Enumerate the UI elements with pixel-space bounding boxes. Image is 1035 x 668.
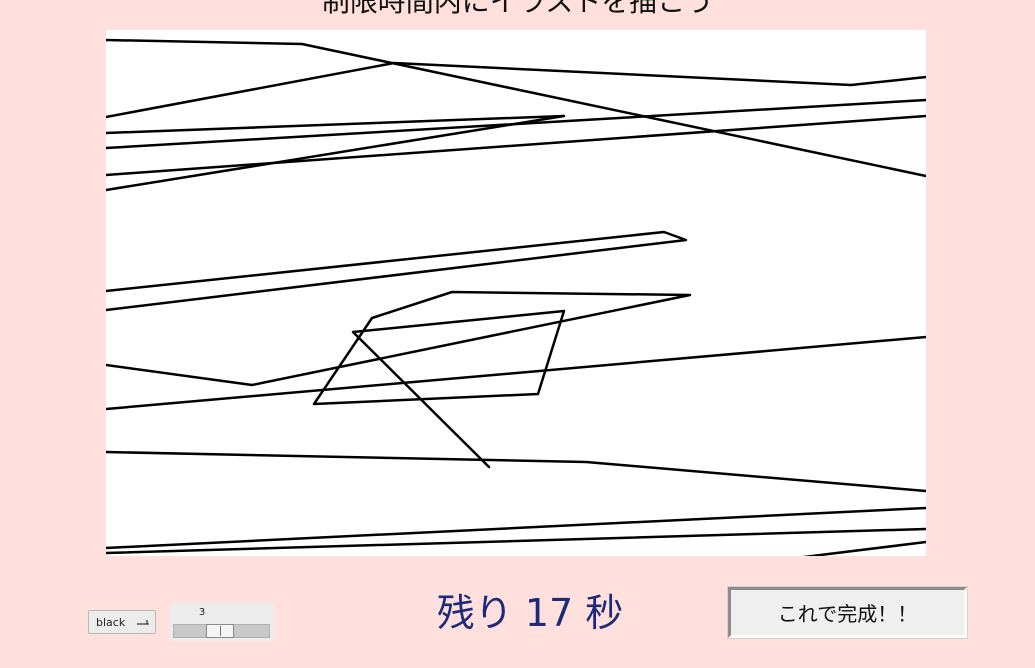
drawn-stroke bbox=[106, 290, 692, 469]
color-select[interactable]: black bbox=[88, 610, 156, 634]
line-width-control: 3 bbox=[170, 603, 274, 641]
page-title: 制限時間内にイラストを描こう bbox=[321, 0, 714, 18]
color-select-value: black bbox=[96, 615, 126, 629]
slider-grip-icon bbox=[220, 626, 221, 636]
done-button-label: これで完成！！ bbox=[777, 602, 918, 626]
drawn-stroke bbox=[802, 540, 926, 556]
drawn-stroke bbox=[106, 335, 926, 411]
line-width-slider[interactable] bbox=[173, 624, 270, 638]
dropdown-arrow-icon bbox=[137, 620, 149, 625]
line-width-slider-thumb[interactable] bbox=[206, 624, 234, 638]
line-width-value: 3 bbox=[198, 607, 206, 618]
drawn-stroke bbox=[106, 450, 926, 493]
drawn-stroke bbox=[106, 114, 566, 192]
drawing-strokes bbox=[106, 38, 926, 556]
done-button[interactable]: これで完成！！ bbox=[727, 586, 968, 639]
drawing-canvas[interactable] bbox=[106, 30, 926, 556]
timer-remaining: 残り 17 秒 bbox=[436, 591, 624, 635]
drawn-stroke bbox=[106, 230, 688, 312]
